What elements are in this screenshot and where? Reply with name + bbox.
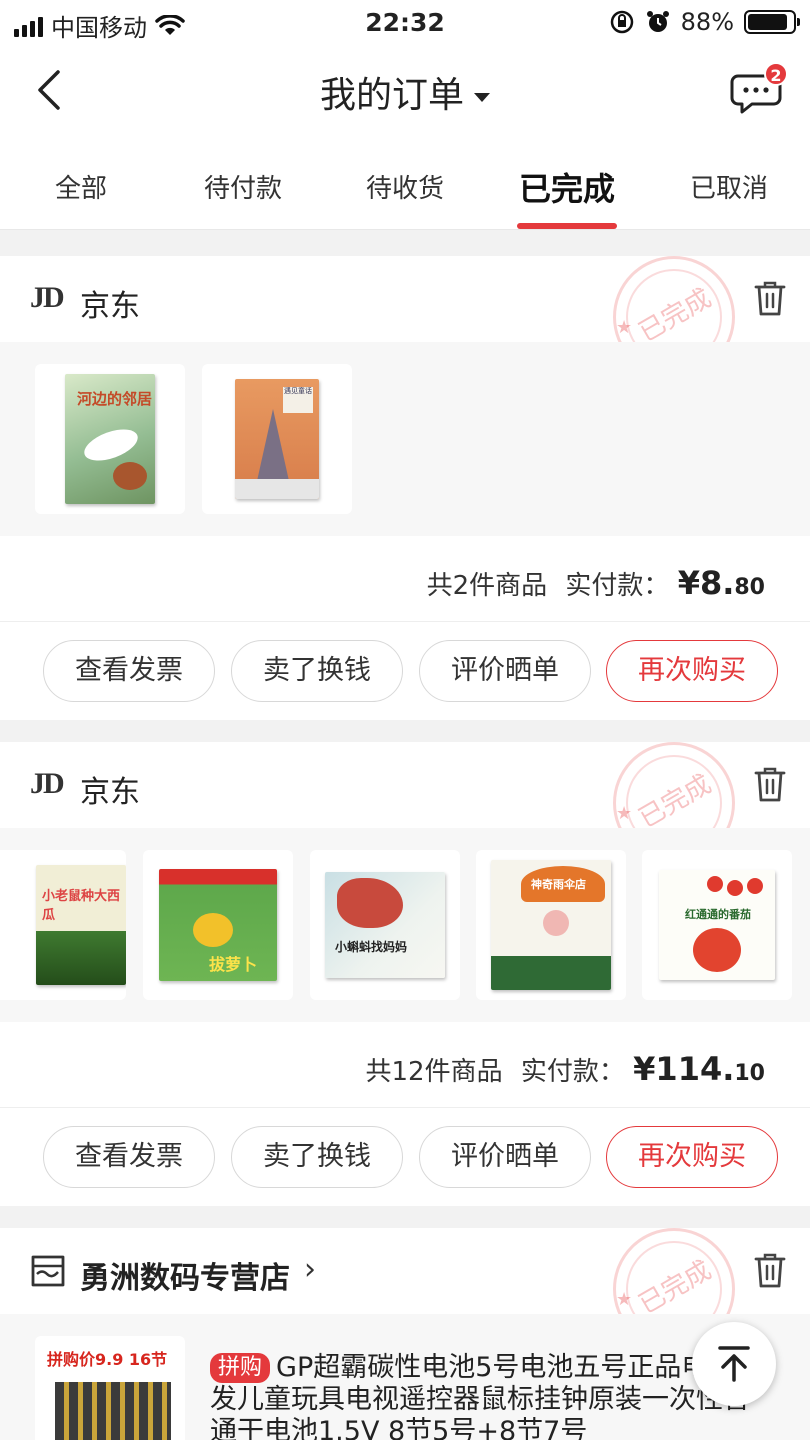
item-count: 共12件商品 (365, 1057, 503, 1087)
battery-pack-image (55, 1382, 171, 1440)
book-cover: 小老鼠种大西瓜 (36, 865, 126, 985)
book-cover: 红通通的番茄 (659, 870, 775, 980)
orientation-lock-icon (610, 10, 633, 34)
product-thumbnails[interactable]: 小老鼠种大西瓜 拔萝卜 小蝌蚪找妈妈 神奇雨伞店 红通通的番茄 (0, 828, 810, 1022)
page-title[interactable]: 我的订单 (0, 66, 810, 118)
product-thumbnail[interactable]: 遇见童话 (202, 364, 352, 514)
order-card[interactable]: JD 京东 已完成 ★ 小老鼠种大西瓜 拔萝卜 小蝌蚪找妈妈 神奇雨伞店 红通通… (0, 742, 810, 1206)
order-card[interactable]: 勇洲数码专营店 › 已完成 ★ 拼购价9.9 16节 拼购 GP超霸碳性电池5号电… (0, 1228, 810, 1440)
book-cover: 神奇雨伞店 (491, 860, 611, 990)
status-bar: 中国移动 22:32 88% (0, 0, 810, 46)
product-thumbnail[interactable]: 河边的邻居 (35, 364, 185, 514)
jd-logo: JD (30, 767, 65, 800)
sell-button[interactable]: 卖了换钱 (231, 640, 403, 702)
tab-all[interactable]: 全部 (0, 136, 162, 229)
order-tabs: 全部 待付款 待收货 已完成 已取消 (0, 136, 810, 230)
back-to-top-button[interactable] (692, 1322, 776, 1406)
order-actions: 查看发票 卖了换钱 评价晒单 再次购买 (0, 622, 810, 720)
tab-cancelled[interactable]: 已取消 (648, 136, 810, 229)
shop-name[interactable]: 京东 (80, 281, 140, 325)
sell-button[interactable]: 卖了换钱 (231, 1126, 403, 1188)
book-cover: 拔萝卜 (159, 869, 277, 981)
shop-header[interactable]: JD 京东 已完成 ★ (0, 256, 810, 378)
battery-percent: 88% (680, 8, 734, 36)
order-card[interactable]: JD 京东 已完成 ★ 河边的邻居 遇见童话 共2件商品 实付款： ¥8.80 … (0, 256, 810, 720)
shop-header[interactable]: 勇洲数码专营店 › 已完成 ★ (0, 1228, 810, 1350)
order-total: ¥114.10 (633, 1050, 765, 1088)
order-total: ¥8.80 (677, 564, 765, 602)
paid-label: 实付款： (520, 1057, 625, 1087)
product-thumbnail[interactable]: 红通通的番茄 (642, 850, 792, 1000)
trash-icon[interactable] (752, 1250, 788, 1290)
rebuy-button[interactable]: 再次购买 (606, 640, 778, 702)
group-buy-tag: 拼购 (210, 1353, 271, 1383)
chevron-right-icon[interactable]: › (304, 1252, 316, 1287)
item-count: 共2件商品 (426, 571, 548, 601)
shop-name[interactable]: 勇洲数码专营店 (80, 1253, 290, 1297)
book-cover: 小蝌蚪找妈妈 (325, 872, 445, 978)
book-cover: 河边的邻居 (65, 374, 155, 504)
tab-completed[interactable]: 已完成 (486, 136, 648, 229)
trash-icon[interactable] (752, 278, 788, 318)
shop-header[interactable]: JD 京东 已完成 ★ (0, 742, 810, 864)
rebuy-button[interactable]: 再次购买 (606, 1126, 778, 1188)
view-invoice-button[interactable]: 查看发票 (43, 640, 215, 702)
order-summary: 共2件商品 实付款： ¥8.80 (0, 536, 810, 622)
trash-icon[interactable] (752, 764, 788, 804)
tab-pending-payment[interactable]: 待付款 (162, 136, 324, 229)
message-badge: 2 (764, 62, 788, 86)
paid-label: 实付款： (565, 571, 670, 601)
product-row[interactable]: 拼购价9.9 16节 拼购 GP超霸碳性电池5号电池五号正品电池批发儿童玩具电视遥… (0, 1314, 810, 1440)
arrow-up-icon (718, 1346, 750, 1382)
product-thumbnail[interactable]: 小蝌蚪找妈妈 (310, 850, 460, 1000)
review-button[interactable]: 评价晒单 (419, 640, 591, 702)
view-invoice-button[interactable]: 查看发票 (43, 1126, 215, 1188)
product-thumbnails[interactable]: 河边的邻居 遇见童话 (0, 342, 810, 536)
chevron-down-icon (474, 92, 490, 102)
shop-name[interactable]: 京东 (80, 767, 140, 811)
store-icon (31, 1255, 65, 1287)
product-title[interactable]: 拼购 GP超霸碳性电池5号电池五号正品电池批发儿童玩具电视遥控器鼠标挂钟原装一次性… (210, 1352, 770, 1440)
jd-logo: JD (30, 281, 65, 314)
order-actions: 查看发票 卖了换钱 评价晒单 再次购买 (0, 1108, 810, 1206)
alarm-icon (646, 11, 669, 32)
product-thumbnail[interactable]: 拼购价9.9 16节 (35, 1336, 185, 1440)
product-thumbnail[interactable]: 小老鼠种大西瓜 (0, 850, 126, 1000)
book-cover: 遇见童话 (235, 379, 319, 499)
product-thumbnail[interactable]: 神奇雨伞店 (476, 850, 626, 1000)
nav-header: 我的订单 2 (0, 46, 810, 136)
order-summary: 共12件商品 实付款： ¥114.10 (0, 1022, 810, 1108)
tab-pending-receipt[interactable]: 待收货 (324, 136, 486, 229)
battery-icon (744, 10, 800, 34)
review-button[interactable]: 评价晒单 (419, 1126, 591, 1188)
product-thumbnail[interactable]: 拔萝卜 (143, 850, 293, 1000)
